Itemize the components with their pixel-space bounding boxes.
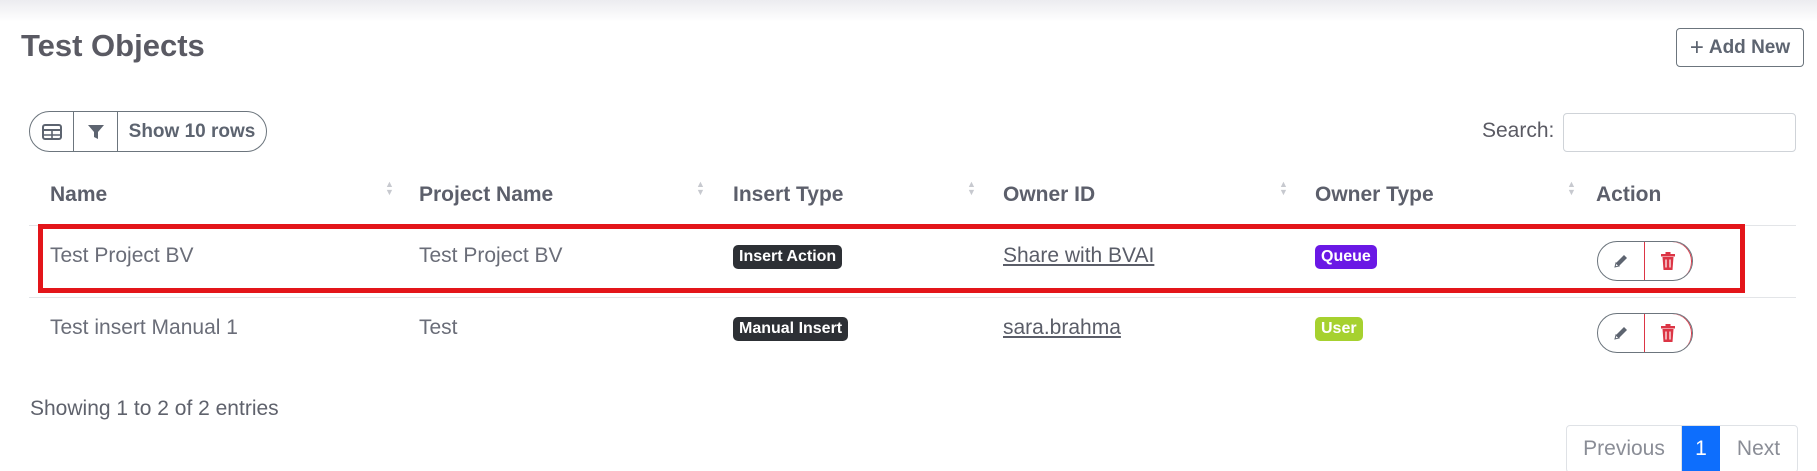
column-header-insert-type[interactable]: Insert Type: [733, 183, 843, 207]
table-icon: [41, 123, 62, 140]
column-header-owner-type[interactable]: Owner Type: [1315, 183, 1434, 207]
insert-type-badge: Manual Insert: [733, 317, 849, 341]
column-header-name[interactable]: Name: [50, 183, 107, 207]
plus-icon: +: [1689, 33, 1704, 61]
next-page-button[interactable]: Next: [1720, 426, 1797, 471]
filter-icon: [87, 124, 104, 139]
sort-icon: ▲ ▼: [385, 179, 394, 197]
search-label: Search:: [1482, 119, 1555, 142]
row-divider: [29, 297, 1796, 298]
owner-type-badge: User: [1315, 317, 1363, 341]
column-visibility-button[interactable]: [30, 112, 74, 151]
column-header-project-name[interactable]: Project Name: [419, 183, 553, 207]
filter-button[interactable]: [74, 112, 118, 151]
add-new-button[interactable]: + Add New: [1676, 28, 1804, 67]
column-header-owner-id[interactable]: Owner ID: [1003, 183, 1095, 207]
sort-icon: ▲ ▼: [1567, 179, 1576, 197]
owner-id-link[interactable]: sara.brahma: [1003, 316, 1121, 340]
trash-icon: [1661, 324, 1675, 342]
table-toolbar: Show 10 rows: [29, 111, 267, 152]
column-header-action: Action: [1596, 183, 1662, 206]
page-1-button[interactable]: 1: [1682, 426, 1720, 471]
delete-button[interactable]: [1645, 314, 1692, 352]
add-new-label: Add New: [1708, 36, 1791, 58]
cell-name: Test insert Manual 1: [50, 316, 238, 339]
search-input[interactable]: [1563, 113, 1796, 152]
table-info: Showing 1 to 2 of 2 entries: [30, 397, 279, 420]
page-title: Test Objects: [21, 28, 205, 63]
edit-button[interactable]: [1598, 314, 1645, 352]
top-shadow: [0, 0, 1817, 22]
sort-icon: ▲ ▼: [1279, 179, 1288, 197]
sort-icon: ▲ ▼: [696, 179, 705, 197]
sort-icon: ▲ ▼: [967, 179, 976, 197]
pencil-icon: [1614, 327, 1627, 340]
row-highlight-box: [38, 224, 1745, 293]
show-rows-button[interactable]: Show 10 rows: [118, 112, 266, 151]
cell-project-name: Test: [419, 316, 458, 339]
row-actions: [1597, 313, 1693, 353]
previous-page-button[interactable]: Previous: [1567, 426, 1682, 471]
pagination: Previous 1 Next: [1566, 425, 1798, 471]
